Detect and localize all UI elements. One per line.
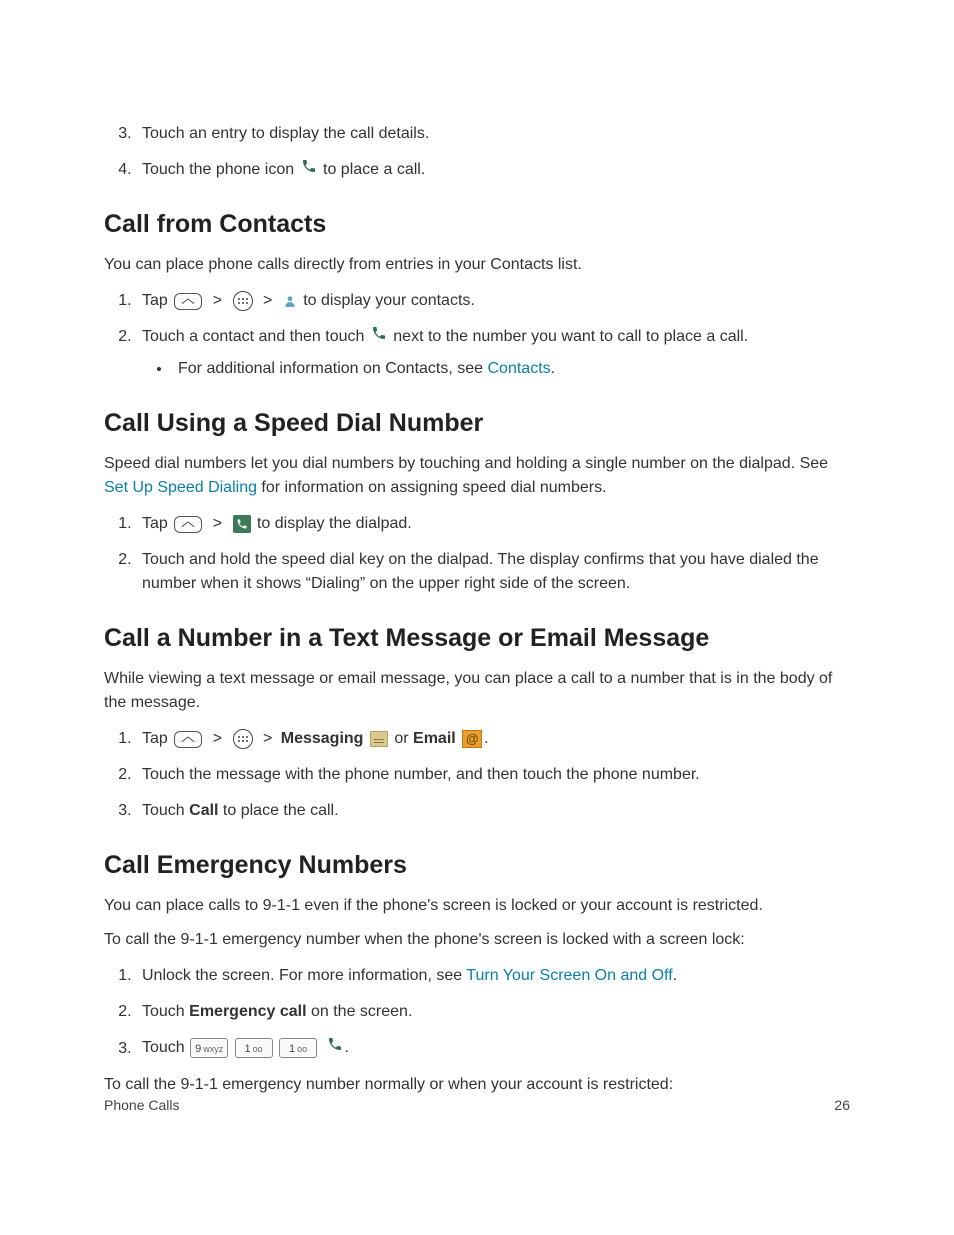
emergency-call-label: Emergency call xyxy=(189,1003,306,1020)
text: on the screen. xyxy=(307,1003,413,1020)
heading-call-from-contacts: Call from Contacts xyxy=(104,210,850,239)
dialpad-key-1-icon: 1oo xyxy=(235,1038,273,1058)
list-item: Touch a contact and then touch next to t… xyxy=(136,325,850,381)
text: For additional information on Contacts, … xyxy=(178,360,488,377)
ordered-list: Unlock the screen. For more information,… xyxy=(104,964,850,1060)
text: . xyxy=(673,967,677,984)
list-item: For additional information on Contacts, … xyxy=(172,357,850,381)
text: Touch xyxy=(142,802,189,819)
document-page: Touch an entry to display the call detai… xyxy=(0,0,954,1175)
link-speed-dialing[interactable]: Set Up Speed Dialing xyxy=(104,479,257,496)
text: or xyxy=(394,730,413,747)
text: to display the dialpad. xyxy=(257,515,412,532)
paragraph: While viewing a text message or email me… xyxy=(104,667,850,715)
paragraph: You can place calls to 9-1-1 even if the… xyxy=(104,894,850,918)
list-item: Touch and hold the speed dial key on the… xyxy=(136,548,850,596)
heading-call-in-message: Call a Number in a Text Message or Email… xyxy=(104,624,850,653)
email-app-icon: @ xyxy=(462,730,482,748)
text: to display your contacts. xyxy=(303,292,475,309)
phone-app-icon xyxy=(233,515,251,533)
continued-list: Touch an entry to display the call detai… xyxy=(104,122,850,182)
chevron-right-icon: > xyxy=(213,292,222,309)
ordered-list: Tap > > Messaging or Email @. Touch the … xyxy=(104,727,850,823)
chevron-right-icon: > xyxy=(263,730,272,747)
text: . xyxy=(484,730,488,747)
paragraph: You can place phone calls directly from … xyxy=(104,253,850,277)
text: Tap xyxy=(142,292,172,309)
text: Touch xyxy=(142,1040,189,1057)
text: Touch a contact and then touch xyxy=(142,328,369,345)
text: Touch xyxy=(142,1003,189,1020)
email-label: Email xyxy=(413,730,456,747)
messaging-app-icon xyxy=(370,731,388,747)
list-item: Touch 9wxyz 1oo 1oo . xyxy=(136,1036,850,1060)
chevron-right-icon: > xyxy=(263,292,272,309)
apps-grid-icon xyxy=(233,291,253,311)
text: next to the number you want to call to p… xyxy=(393,328,748,345)
text: Unlock the screen. For more information,… xyxy=(142,967,466,984)
list-item: Touch an entry to display the call detai… xyxy=(136,122,850,146)
list-item: Touch Emergency call on the screen. xyxy=(136,1000,850,1024)
heading-speed-dial: Call Using a Speed Dial Number xyxy=(104,409,850,438)
ordered-list: Tap > to display the dialpad. Touch and … xyxy=(104,512,850,596)
list-item: Touch the message with the phone number,… xyxy=(136,763,850,787)
call-label: Call xyxy=(189,802,218,819)
list-item: Touch the phone icon to place a call. xyxy=(136,158,850,182)
text: Tap xyxy=(142,730,172,747)
list-item: Touch Call to place the call. xyxy=(136,799,850,823)
text: for information on assigning speed dial … xyxy=(257,479,607,496)
text: Speed dial numbers let you dial numbers … xyxy=(104,455,828,472)
apps-grid-icon xyxy=(233,729,253,749)
list-item: Tap > > Messaging or Email @. xyxy=(136,727,850,751)
home-button-icon xyxy=(174,516,202,533)
phone-handset-icon xyxy=(371,325,387,349)
link-screen-on-off[interactable]: Turn Your Screen On and Off xyxy=(466,967,672,984)
list-item: Tap > > to display your contacts. xyxy=(136,289,850,313)
list-item: Tap > to display the dialpad. xyxy=(136,512,850,536)
phone-handset-icon xyxy=(327,1036,343,1060)
text: to place a call. xyxy=(323,161,425,178)
chevron-right-icon: > xyxy=(213,730,222,747)
home-button-icon xyxy=(174,293,202,310)
messaging-label: Messaging xyxy=(281,730,364,747)
ordered-list: Tap > > to display your contacts. Touch … xyxy=(104,289,850,381)
page-footer: Phone Calls 26 xyxy=(104,1097,850,1113)
heading-emergency: Call Emergency Numbers xyxy=(104,851,850,880)
text: Touch the phone icon xyxy=(142,161,299,178)
dialpad-key-1-icon: 1oo xyxy=(279,1038,317,1058)
footer-section: Phone Calls xyxy=(104,1097,180,1113)
paragraph: To call the 9-1-1 emergency number norma… xyxy=(104,1073,850,1097)
footer-page-number: 26 xyxy=(834,1097,850,1113)
chevron-right-icon: > xyxy=(213,515,222,532)
text: Tap xyxy=(142,515,172,532)
text: . xyxy=(345,1040,349,1057)
link-contacts[interactable]: Contacts xyxy=(488,360,551,377)
phone-handset-icon xyxy=(301,158,317,182)
dialpad-key-9-icon: 9wxyz xyxy=(190,1038,228,1058)
list-item: Unlock the screen. For more information,… xyxy=(136,964,850,988)
text: . xyxy=(551,360,555,377)
home-button-icon xyxy=(174,731,202,748)
paragraph: To call the 9-1-1 emergency number when … xyxy=(104,928,850,952)
sub-list: For additional information on Contacts, … xyxy=(142,357,850,381)
text: to place the call. xyxy=(218,802,338,819)
contact-person-icon xyxy=(283,293,297,309)
paragraph: Speed dial numbers let you dial numbers … xyxy=(104,452,850,500)
